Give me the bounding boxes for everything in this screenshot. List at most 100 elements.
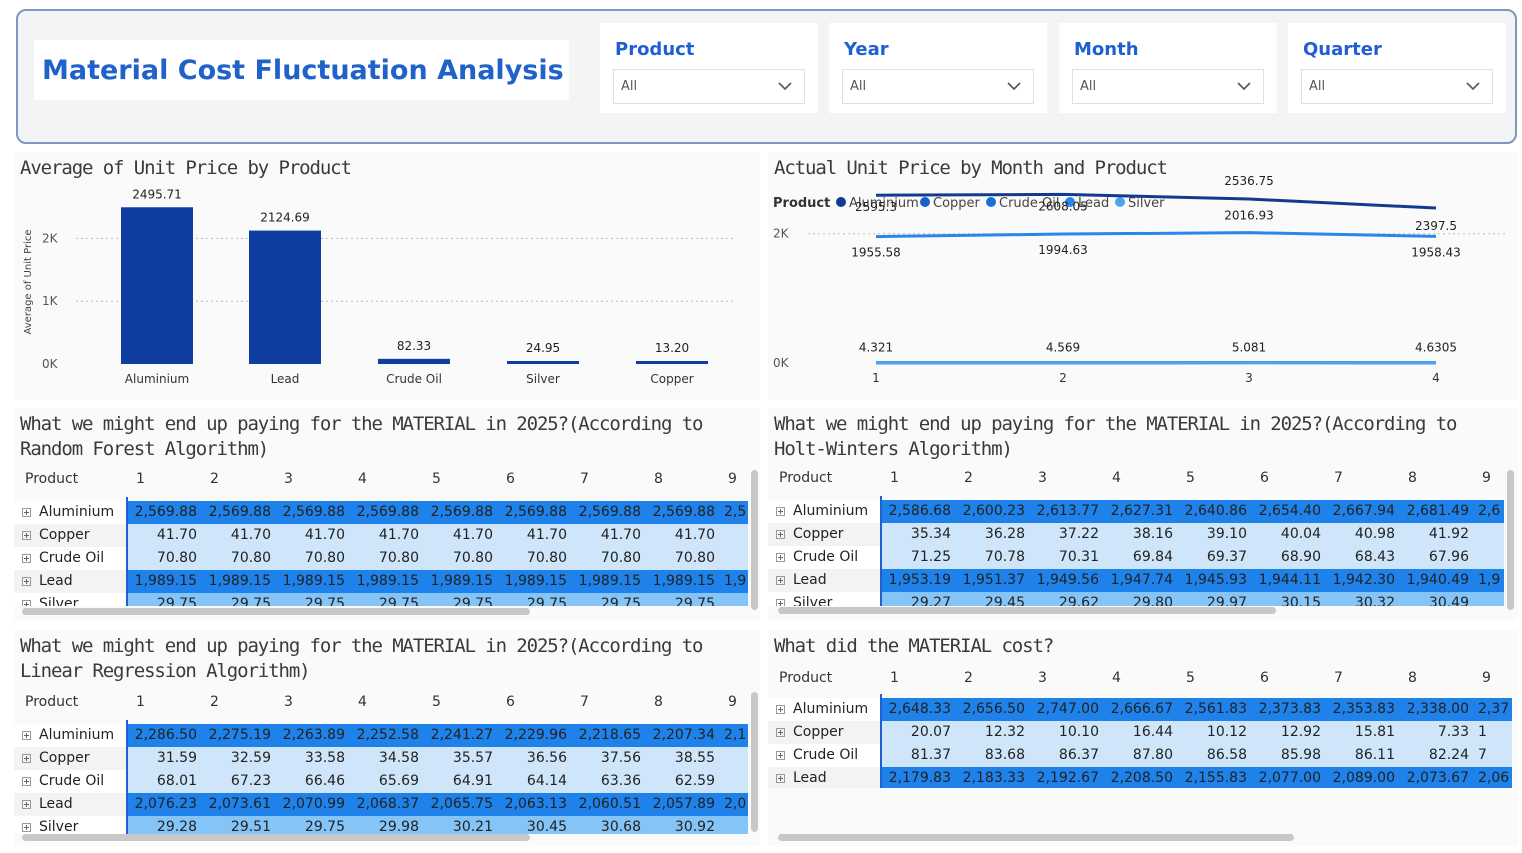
expand-icon[interactable]: [22, 554, 31, 563]
horizontal-scrollbar[interactable]: [778, 834, 1294, 841]
table-cell: 10.10: [1030, 721, 1104, 744]
chevron-down-icon: [1237, 82, 1251, 91]
table-row[interactable]: Lead 1,953.19 1,951.37 1,949.56 1,947.74 1,94…: [768, 569, 1504, 592]
table-cell: 68.01: [128, 770, 202, 793]
slicer-month: Month All: [1059, 23, 1277, 113]
table-row[interactable]: Copper 31.59 32.59 33.58 34.58 35.57 36.56 37.5…: [14, 747, 748, 770]
table-cell: 1,989.15: [646, 570, 720, 593]
table-cell: 41.70: [424, 524, 498, 547]
table-row[interactable]: Crude Oil 71.25 70.78 70.31 69.84 69.37 68.90 6…: [768, 546, 1504, 569]
horizontal-scrollbar[interactable]: [22, 608, 530, 615]
expand-icon[interactable]: [776, 530, 785, 539]
table-row[interactable]: Copper 41.70 41.70 41.70 41.70 41.70 41.70 41.7…: [14, 524, 748, 547]
horizontal-scrollbar[interactable]: [778, 607, 1276, 614]
table-row[interactable]: Aluminium 2,569.88 2,569.88 2,569.88 2,569.8…: [14, 501, 748, 524]
table-cell: 2,077.00: [1252, 767, 1326, 788]
table-cell: 2,600.23: [956, 500, 1030, 523]
expand-icon[interactable]: [22, 508, 31, 517]
table-cell: 29.75: [128, 593, 202, 606]
expand-icon[interactable]: [22, 600, 31, 606]
data-label: 2536.75: [1224, 174, 1274, 188]
table-cell: 2,218.65: [572, 724, 646, 747]
vertical-scrollbar[interactable]: [751, 692, 758, 832]
table-row[interactable]: Silver 29.75 29.75 29.75 29.75 29.75 29.75 29.7…: [14, 593, 748, 606]
matrix-body[interactable]: 1 2 3 4 5 6 7 8 9 Aluminium 2,286.50 2,275.19 2,263.…: [14, 692, 748, 834]
row-label-text: Copper: [39, 750, 90, 766]
expand-icon[interactable]: [776, 751, 785, 760]
column-header: 9: [1482, 470, 1491, 486]
column-header: 5: [1186, 670, 1195, 686]
table-cell: 64.91: [424, 770, 498, 793]
expand-icon[interactable]: [22, 531, 31, 540]
table-cell: 36.56: [498, 747, 572, 770]
quarter-dropdown[interactable]: All: [1301, 69, 1493, 104]
x-tick-label: 3: [1245, 371, 1253, 385]
expand-icon[interactable]: [22, 823, 31, 832]
legend-title: Product: [773, 196, 830, 211]
y-tick-label: 2K: [773, 227, 790, 241]
expand-icon[interactable]: [22, 800, 31, 809]
table-row[interactable]: Crude Oil 68.01 67.23 66.46 65.69 64.91 64.14 6…: [14, 770, 748, 793]
table-row[interactable]: Lead 1,989.15 1,989.15 1,989.15 1,989.15 1,98…: [14, 570, 748, 593]
column-header: 7: [1334, 670, 1343, 686]
row-label-text: Aluminium: [793, 701, 869, 717]
expand-icon[interactable]: [22, 577, 31, 586]
header-panel: Material Cost Fluctuation Analysis Produ…: [16, 9, 1517, 144]
horizontal-scrollbar[interactable]: [22, 834, 530, 841]
vertical-scrollbar[interactable]: [1507, 470, 1514, 610]
legend-marker: [836, 197, 846, 207]
table-cell: 30.49: [1400, 592, 1474, 606]
row-label: Lead: [768, 569, 882, 592]
table-cell: 1,944.11: [1252, 569, 1326, 592]
table-cell: [720, 747, 748, 770]
year-dropdown[interactable]: All: [842, 69, 1034, 104]
expand-icon[interactable]: [776, 553, 785, 562]
table-row[interactable]: Copper 35.34 36.28 37.22 38.16 39.10 40.04 40.9…: [768, 523, 1504, 546]
row-label-text: Lead: [39, 796, 73, 812]
table-cell: 29.75: [572, 593, 646, 606]
table-row[interactable]: Silver 29.27 29.45 29.62 29.80 29.97 30.15 30.3…: [768, 592, 1504, 606]
table-cell: 83.68: [956, 744, 1030, 767]
table-cell: 2,569.88: [276, 501, 350, 524]
table-cell: 2,073.61: [202, 793, 276, 816]
data-label: 1955.58: [851, 246, 901, 260]
expand-icon[interactable]: [776, 576, 785, 585]
matrix-body[interactable]: 1 2 3 4 5 6 7 8 9 Aluminium 2,569.88 2,569.88 2,569.…: [14, 469, 748, 606]
table-cell: 2,569.88: [646, 501, 720, 524]
expand-icon[interactable]: [776, 507, 785, 516]
table-cell: 35.57: [424, 747, 498, 770]
table-cell: 2,747.00: [1030, 698, 1104, 721]
data-label: 2397.5: [1415, 219, 1457, 233]
table-row[interactable]: Crude Oil 70.80 70.80 70.80 70.80 70.80 70.80 7…: [14, 547, 748, 570]
vertical-scrollbar[interactable]: [751, 470, 758, 610]
expand-icon[interactable]: [776, 728, 785, 737]
column-header: 1: [890, 470, 899, 486]
table-cell: 41.92: [1400, 523, 1474, 546]
table-cell: 7.33: [1400, 721, 1474, 744]
expand-icon[interactable]: [22, 777, 31, 786]
expand-icon[interactable]: [776, 774, 785, 783]
expand-icon[interactable]: [22, 731, 31, 740]
table-row[interactable]: Lead 2,076.23 2,073.61 2,070.99 2,068.37 2,06…: [14, 793, 748, 816]
matrix-body[interactable]: 1 2 3 4 5 6 7 8 9 Aluminium 2,586.68 2,600.23 2,613.…: [768, 468, 1504, 606]
expand-icon[interactable]: [22, 754, 31, 763]
expand-icon[interactable]: [776, 705, 785, 714]
legend-marker: [920, 197, 930, 207]
column-header: 2: [210, 694, 219, 710]
expand-icon[interactable]: [776, 599, 785, 606]
product-dropdown[interactable]: All: [613, 69, 805, 104]
x-tick-label: 1: [872, 371, 880, 385]
month-dropdown[interactable]: All: [1072, 69, 1264, 104]
title-box: Material Cost Fluctuation Analysis: [34, 40, 569, 100]
matrix-body[interactable]: 1 2 3 4 5 6 7 8 9 Aluminium 2,648.33 2,656.50 2,747.…: [768, 668, 1512, 788]
table-cell: 67.96: [1400, 546, 1474, 569]
table-cell: 2,076.23: [128, 793, 202, 816]
table-row[interactable]: Silver 29.28 29.51 29.75 29.98 30.21 30.45 30.6…: [14, 816, 748, 834]
column-header: 8: [654, 694, 663, 710]
bar: [378, 358, 450, 364]
table-row[interactable]: Aluminium 2,586.68 2,600.23 2,613.77 2,627.3…: [768, 500, 1504, 523]
slicer-value: All: [621, 79, 638, 94]
table-row[interactable]: Aluminium 2,286.50 2,275.19 2,263.89 2,252.5…: [14, 724, 748, 747]
table-cell: 41.70: [646, 524, 720, 547]
table-cell: 2,068.37: [350, 793, 424, 816]
